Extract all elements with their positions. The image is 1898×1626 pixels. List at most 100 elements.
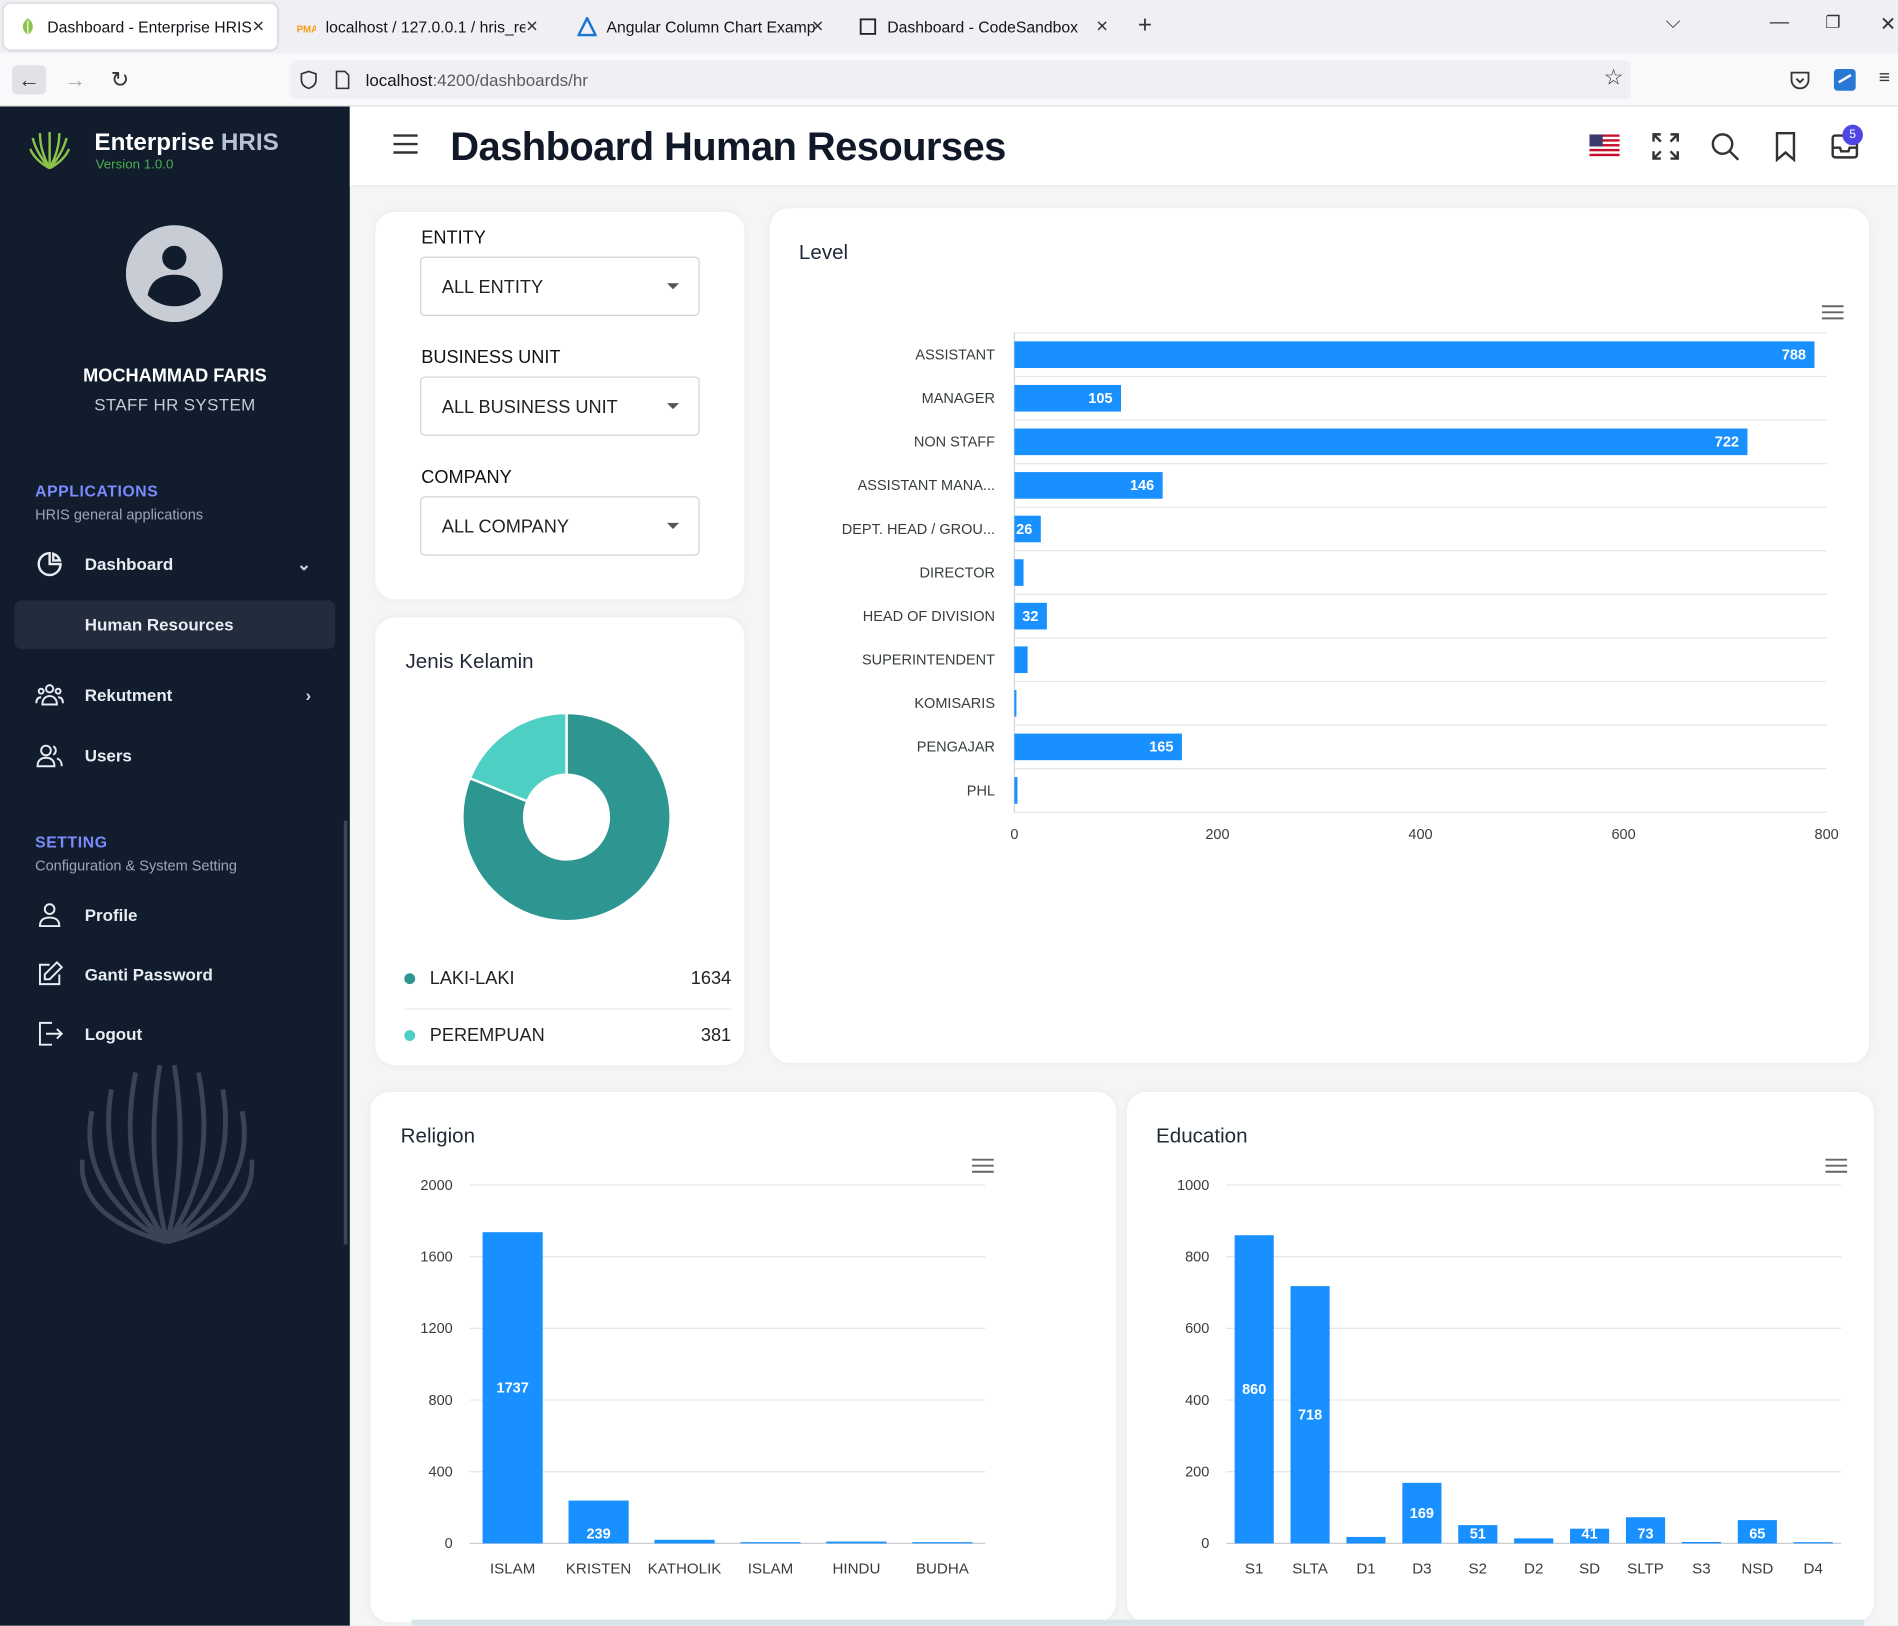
bar	[1793, 1542, 1833, 1544]
close-tab-icon[interactable]: ✕	[252, 17, 265, 36]
sidebar-scrollbar[interactable]	[343, 820, 348, 1245]
business-unit-select[interactable]: ALL BUSINESS UNIT	[420, 376, 700, 436]
y-tick-label: HEAD OF DIVISION	[863, 609, 995, 625]
data-label: 788	[1782, 348, 1806, 364]
y-tick-label: 0	[1201, 1536, 1209, 1552]
y-tick-label: 400	[429, 1465, 453, 1481]
y-tick-label: NON STAFF	[914, 435, 995, 451]
education-card: Education 0 200 400 600 800 1000 860 S1 718 SLTA D…	[1126, 1091, 1874, 1623]
x-tick-label: 600	[1611, 827, 1635, 843]
user-name: MOCHAMMAD FARIS	[83, 365, 267, 387]
sidebar-item-dashboard[interactable]: Dashboard ⌄	[15, 540, 336, 588]
x-tick-label: D3	[1412, 1561, 1431, 1578]
forward-icon[interactable]: →	[58, 65, 92, 94]
y-tick-label: 2000	[420, 1178, 452, 1194]
pie-chart-icon	[37, 551, 62, 577]
decorative-leaf-icon	[79, 1064, 255, 1245]
sidebar-item-label: Logout	[84, 1024, 143, 1044]
restore-icon[interactable]: ❐	[1825, 12, 1840, 33]
entity-select[interactable]: ALL ENTITY	[420, 256, 700, 316]
address-bar[interactable]: localhost:4200/dashboards/hr ☆	[290, 60, 1631, 100]
bookmark-icon[interactable]	[1770, 131, 1801, 163]
data-label: 239	[586, 1527, 610, 1543]
notification-badge: 5	[1842, 124, 1863, 146]
hamburger-menu-icon[interactable]	[392, 133, 419, 155]
pocket-icon[interactable]	[1789, 69, 1811, 91]
company-select[interactable]: ALL COMPANY	[420, 496, 700, 556]
gender-donut-chart	[461, 711, 672, 923]
user-icon	[38, 903, 61, 928]
data-label: 1737	[496, 1381, 528, 1397]
data-label: 65	[1749, 1527, 1765, 1543]
bar	[1014, 341, 1815, 368]
close-tab-icon[interactable]: ✕	[1096, 17, 1109, 36]
browser-tab[interactable]: Dashboard - CodeSandbox ✕	[844, 4, 1121, 50]
data-label: 32	[1022, 609, 1038, 625]
y-tick-label: DIRECTOR	[919, 565, 995, 581]
svg-text:PMA: PMA	[297, 25, 316, 36]
y-tick-label: 0	[445, 1536, 453, 1552]
close-tab-icon[interactable]: ✕	[525, 17, 538, 36]
url-text: localhost:4200/dashboards/hr	[365, 70, 588, 90]
legend-item-laki-laki: LAKI-LAKI 1634	[404, 965, 731, 994]
sidebar-item-users[interactable]: Users	[15, 731, 336, 779]
browser-tab[interactable]: Angular Column Chart Example ✕	[563, 4, 837, 50]
sidebar-item-profile[interactable]: Profile	[15, 891, 336, 939]
sidebar-item-logout[interactable]: Logout	[15, 1010, 336, 1058]
reload-icon[interactable]: ↻	[103, 65, 137, 94]
page-title: Dashboard Human Resourses	[450, 123, 1006, 169]
y-tick-label: ASSISTANT MANA...	[858, 478, 995, 494]
sidebar-item-label: Dashboard	[84, 554, 174, 574]
bar	[1014, 428, 1748, 456]
browser-tab[interactable]: Dashboard - Enterprise HRIS ✕	[3, 3, 278, 50]
bookmark-star-icon[interactable]: ☆	[1604, 65, 1624, 90]
tab-title: Angular Column Chart Example	[606, 17, 815, 36]
scroll-edge	[411, 1619, 1865, 1626]
bar	[1014, 689, 1017, 717]
data-label: 51	[1470, 1527, 1486, 1543]
business-unit-select-value: ALL BUSINESS UNIT	[441, 397, 618, 418]
x-tick-label: KATHOLIK	[648, 1561, 722, 1578]
bar	[1014, 777, 1018, 804]
close-window-icon[interactable]: ✕	[1880, 12, 1896, 36]
new-tab-icon[interactable]: +	[1138, 12, 1152, 40]
minimize-icon[interactable]: —	[1770, 12, 1789, 34]
level-card: Level ASSISTANT 788 MANAGER 105 NON STAFF 722…	[769, 208, 1870, 1063]
back-icon[interactable]: ←	[12, 65, 46, 95]
sidebar-item-human-resources[interactable]: Human Resources	[14, 600, 336, 649]
shield-icon	[300, 70, 317, 90]
sidebar-item-label: Users	[84, 745, 132, 766]
caret-down-icon	[666, 403, 680, 410]
level-bar-chart: ASSISTANT 788 MANAGER 105 NON STAFF 722 ASSIST…	[842, 332, 1839, 843]
edit-icon	[38, 960, 64, 986]
browser-tab[interactable]: PMA localhost / 127.0.0.1 / hris_rekut ✕	[282, 4, 551, 50]
close-tab-icon[interactable]: ✕	[811, 17, 824, 36]
bar	[1346, 1536, 1386, 1544]
x-tick-label: S1	[1245, 1561, 1264, 1578]
bar	[1514, 1538, 1554, 1544]
fullscreen-icon[interactable]	[1650, 131, 1681, 162]
x-tick-label: D2	[1524, 1561, 1543, 1578]
filter-card: ENTITY ALL ENTITY BUSINESS UNIT ALL BUSI…	[375, 211, 745, 600]
x-tick-label: SLTA	[1292, 1561, 1328, 1578]
bar	[1014, 559, 1024, 586]
sidebar-item-rekutment[interactable]: Rekutment ›	[15, 671, 336, 719]
page-icon	[335, 70, 350, 90]
x-tick-label: BUDHA	[916, 1561, 970, 1578]
tab-list-icon[interactable]: ⌵	[1666, 12, 1681, 34]
search-icon[interactable]	[1709, 131, 1740, 162]
y-tick-label: 200	[1185, 1465, 1209, 1481]
sidebar-item-label: Rekutment	[84, 685, 173, 705]
entity-select-value: ALL ENTITY	[441, 277, 544, 298]
applications-section-subtitle: HRIS general applications	[35, 505, 204, 523]
tab-title: Dashboard - Enterprise HRIS	[47, 17, 252, 36]
us-flag-icon[interactable]	[1589, 134, 1620, 158]
extension-icon[interactable]	[1833, 68, 1857, 92]
setting-section-subtitle: Configuration & System Setting	[35, 857, 237, 874]
y-tick-label: SUPERINTENDENT	[862, 653, 995, 669]
entity-label: ENTITY	[421, 227, 486, 249]
app-menu-icon[interactable]: ≡	[1879, 68, 1890, 90]
legend-dot	[404, 1030, 416, 1042]
sidebar-item-ganti-password[interactable]: Ganti Password	[15, 950, 336, 998]
y-tick-label: PENGAJAR	[917, 740, 995, 756]
